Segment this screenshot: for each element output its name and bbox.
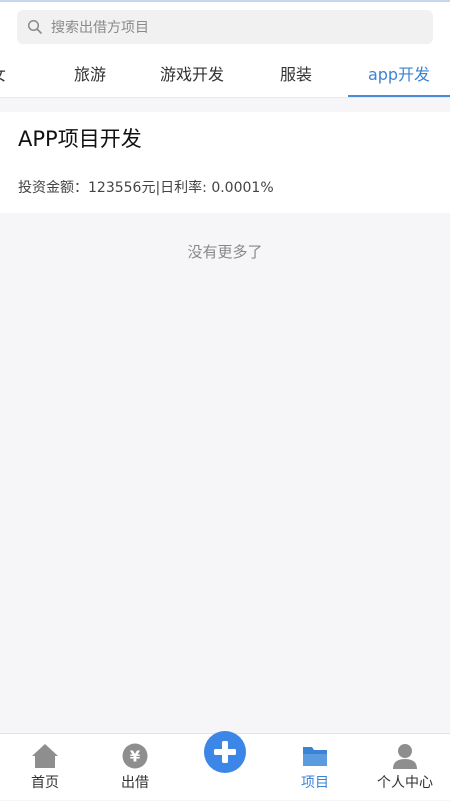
- add-button-circle: [204, 731, 246, 773]
- plus-circle-icon: [214, 741, 236, 763]
- category-tabs: 女 旅游 游戏开发 服装 app开发: [0, 54, 450, 98]
- project-title: APP项目开发: [18, 127, 142, 151]
- home-icon: [32, 744, 58, 768]
- svg-text:¥: ¥: [130, 748, 141, 766]
- nav-profile-label: 个人中心: [377, 775, 433, 791]
- tab-partial[interactable]: 女: [0, 54, 8, 97]
- nav-lend[interactable]: ¥ 出借: [90, 734, 180, 801]
- tab-clothing[interactable]: 服装: [266, 54, 326, 97]
- nav-home-label: 首页: [31, 775, 59, 791]
- bottom-navigation: 首页 ¥ 出借 项目 个人中心: [0, 731, 450, 801]
- yen-coin-icon: ¥: [122, 743, 148, 769]
- project-detail: 投资金额：123556元|日利率: 0.0001%: [18, 180, 274, 196]
- add-project-button[interactable]: [180, 731, 270, 801]
- no-more-text: 没有更多了: [187, 243, 263, 261]
- project-card[interactable]: APP项目开发 投资金额：123556元|日利率: 0.0001%: [0, 112, 450, 213]
- search-bar: 搜索出借方项目: [0, 2, 450, 54]
- folder-icon: [303, 747, 327, 766]
- nav-profile[interactable]: 个人中心: [360, 734, 450, 801]
- search-input[interactable]: 搜索出借方项目: [17, 10, 433, 44]
- search-icon: [27, 19, 42, 34]
- nav-home[interactable]: 首页: [0, 734, 90, 801]
- tab-travel[interactable]: 旅游: [60, 54, 120, 97]
- search-placeholder: 搜索出借方项目: [51, 20, 149, 36]
- tab-app-development[interactable]: app开发: [348, 54, 450, 97]
- user-icon: [393, 744, 417, 769]
- nav-project-label: 项目: [301, 775, 329, 791]
- nav-lend-label: 出借: [121, 775, 149, 791]
- tab-game-development[interactable]: 游戏开发: [152, 54, 232, 97]
- nav-project[interactable]: 项目: [270, 734, 360, 801]
